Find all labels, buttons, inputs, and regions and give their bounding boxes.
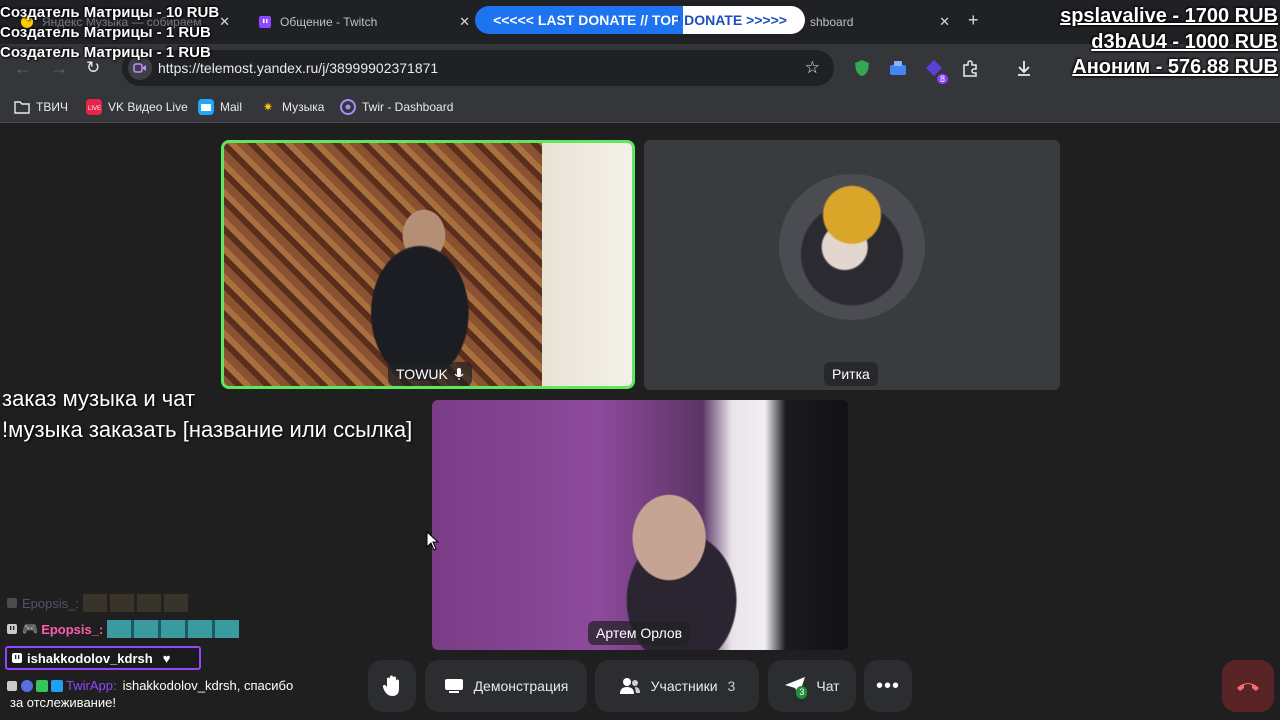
puzzle-extensions-icon[interactable] (960, 58, 980, 78)
back-arrow-icon[interactable]: ← (14, 58, 32, 79)
microphone-icon (454, 367, 464, 381)
bookmark-label: VK Видео Live (108, 100, 188, 114)
participants-icon (619, 677, 641, 695)
participants-label: Участники (650, 678, 718, 694)
more-dots-icon: ••• (875, 674, 900, 697)
chat-message-text: ishakkodolov_kdrsh, спасибо (122, 678, 294, 693)
tab-title: shboard (810, 15, 854, 29)
bot-name: TwirApp: (66, 678, 117, 693)
top-donation-entry: d3bAU4 - 1000 RUB (1091, 31, 1278, 53)
sparkle-icon: ✷ (262, 100, 274, 114)
follower-name: ishakkodolov_kdrsh (27, 650, 153, 666)
bookmark-label: Mail (220, 100, 243, 114)
close-tab-icon[interactable]: ✕ (459, 14, 470, 30)
participant-name: Ритка (832, 366, 870, 382)
forward-arrow-icon[interactable]: → (50, 58, 68, 79)
bookmark-label: ТВИЧ (36, 100, 68, 114)
close-tab-icon[interactable]: ✕ (219, 14, 230, 30)
tab-title: Общение - Twitch (280, 15, 378, 29)
adblock-shield-icon[interactable] (852, 58, 872, 78)
svg-text:LIVE: LIVE (88, 106, 101, 112)
chat-message-faded: Epopsis_: (6, 594, 190, 612)
raise-hand-button[interactable] (368, 660, 416, 712)
moderator-badge-icon (51, 679, 63, 692)
chat-username: Epopsis_: (22, 595, 80, 611)
chat-message-text: за отслеживание! (10, 695, 116, 710)
chat-message-continuation: за отслеживание! (10, 695, 116, 710)
twitch-icon (258, 15, 272, 29)
download-icon[interactable] (1014, 58, 1034, 78)
twitch-icon (11, 652, 23, 664)
participants-count: 3 (727, 678, 736, 694)
bookmark-star-icon[interactable]: ☆ (805, 58, 820, 78)
twitch-icon (6, 680, 18, 692)
hang-up-phone-icon (1236, 680, 1260, 692)
end-call-button[interactable] (1222, 660, 1274, 712)
top-donation-entry: spslavalive - 1700 RUB (1060, 5, 1278, 27)
participant-tile-artem[interactable]: Артем Орлов (432, 400, 848, 650)
bookmark-label: Музыка (282, 100, 325, 114)
donation-entry: Создатель Матрицы - 1 RUB (0, 24, 211, 41)
extension-icon[interactable] (888, 58, 908, 78)
bookmark-label: Twir - Dashboard (362, 100, 454, 114)
chat-unread-badge: 3 (796, 686, 808, 699)
chat-message-bot: TwirApp: ishakkodolov_kdrsh, спасибо (6, 678, 293, 693)
url-text: https://telemost.yandex.ru/j/38999902371… (158, 60, 439, 76)
vk-live-icon: LIVE (86, 99, 102, 115)
donation-ticker: <<<<< LAST DONATE // TOP DONATE >>>>> (475, 6, 805, 34)
twir-icon (340, 99, 356, 115)
participant-name-tag: TOWUK (388, 362, 472, 386)
bookmark-mail[interactable]: Mail (198, 99, 242, 115)
screen-share-button[interactable]: Демонстрация (425, 660, 587, 712)
participant-name: TOWUK (396, 366, 448, 382)
verified-badge-icon (36, 679, 48, 692)
donation-entry: Создатель Матрицы - 1 RUB (0, 44, 211, 61)
gamepad-icon: 🎮 (22, 621, 39, 636)
participants-button[interactable]: Участники 3 (595, 660, 759, 712)
participant-name: Артем Орлов (596, 625, 683, 641)
chat-label: Чат (816, 678, 840, 694)
close-tab-icon[interactable]: ✕ (939, 14, 950, 30)
bookmark-twir-dashboard[interactable]: Twir - Dashboard (340, 99, 453, 115)
avatar (779, 174, 925, 320)
chat-message: 🎮 Epopsis_: (6, 620, 240, 638)
new-follower-alert: ishakkodolov_kdrsh ♥ (5, 646, 201, 670)
chat-button[interactable]: 3 Чат (768, 660, 856, 712)
bookmark-music[interactable]: ✷ Музыка (260, 99, 324, 115)
reload-icon[interactable]: ↻ (86, 58, 100, 78)
send-chat-icon: 3 (784, 676, 808, 699)
bookmarks-bar: ТВИЧ LIVE VK Видео Live Mail ✷ Музыка Tw… (0, 92, 1280, 123)
chat-emotes (107, 620, 240, 638)
participant-name-tag: Артем Орлов (588, 621, 691, 645)
raise-hand-icon (381, 674, 403, 698)
twitch-icon (6, 623, 18, 635)
twitch-icon (6, 597, 18, 609)
tab-dashboard[interactable]: shboard ✕ (810, 8, 952, 36)
participant-name-tag: Ритка (824, 362, 878, 386)
new-tab-button[interactable]: + (968, 10, 979, 31)
top-donation-entry: Аноним - 576.88 RUB (1072, 56, 1278, 78)
music-command-heading: заказ музыка и чат (2, 386, 196, 411)
tab-twitch-chat[interactable]: Общение - Twitch ✕ (258, 8, 472, 36)
bookmark-vk-live[interactable]: LIVE VK Видео Live (86, 99, 188, 115)
folder-icon (14, 99, 30, 115)
chat-username: Epopsis_: (41, 621, 104, 637)
screen-share-label: Демонстрация (473, 678, 569, 694)
vpn-extension-icon[interactable]: 8 (924, 58, 948, 84)
bot-badge-icon (21, 679, 33, 692)
mail-icon (198, 99, 214, 115)
music-command-usage: !музыка заказать [название или ссылка] (2, 417, 413, 442)
participant-tile-towuk[interactable]: TOWUK (221, 140, 635, 389)
address-bar[interactable]: https://telemost.yandex.ru/j/38999902371… (122, 50, 834, 86)
screen-share-icon (444, 678, 464, 694)
ticker-text: <<<<< LAST DONATE // TOP DONATE >>>>> (493, 12, 787, 28)
heart-icon: ♥ (162, 650, 171, 666)
bookmark-twitch-folder[interactable]: ТВИЧ (14, 99, 68, 115)
more-options-button[interactable]: ••• (864, 660, 912, 712)
extension-badge: 8 (936, 74, 948, 84)
mouse-cursor-icon (426, 530, 440, 556)
participant-tile-ritka[interactable]: Ритка (644, 140, 1060, 390)
chat-emotes (83, 594, 190, 612)
donation-entry: Создатель Матрицы - 10 RUB (0, 4, 220, 21)
